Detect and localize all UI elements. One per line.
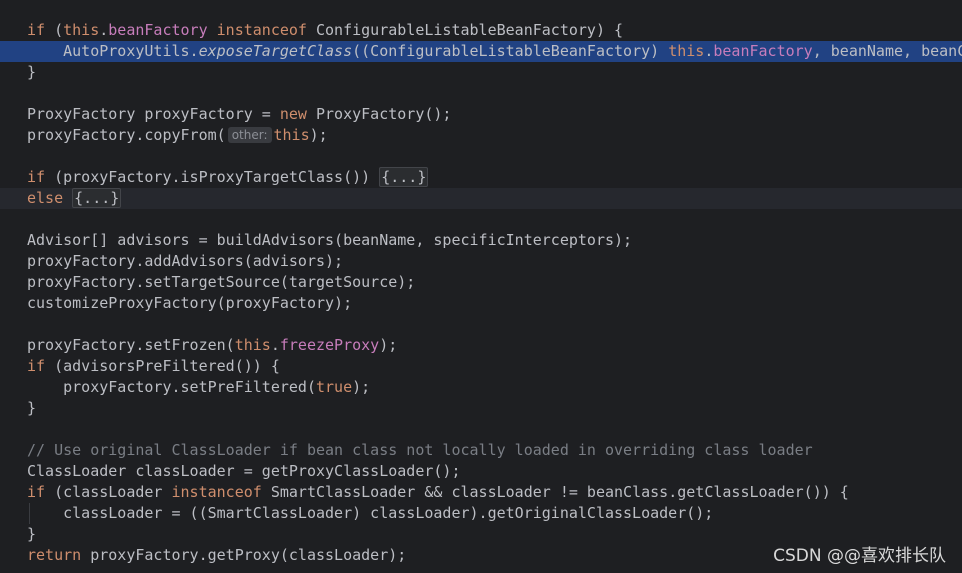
- code-editor[interactable]: if (this.beanFactory instanceof Configur…: [0, 0, 962, 573]
- parameter-hint: other:: [227, 127, 272, 143]
- code-line-3[interactable]: }: [0, 62, 962, 83]
- code-line-8[interactable]: if (proxyFactory.isProxyTargetClass()) {…: [0, 167, 962, 188]
- code-line-24[interactable]: classLoader = ((SmartClassLoader) classL…: [0, 503, 962, 524]
- code-line-9[interactable]: else {...}: [0, 188, 962, 209]
- code-line-12[interactable]: proxyFactory.addAdvisors(advisors);: [0, 251, 962, 272]
- code-line-5[interactable]: ProxyFactory proxyFactory = new ProxyFac…: [0, 104, 962, 125]
- code-line-21[interactable]: // Use original ClassLoader if bean clas…: [0, 440, 962, 461]
- folded-block[interactable]: {...}: [379, 167, 429, 187]
- code-line-2-current[interactable]: AutoProxyUtils.exposeTargetClass((Config…: [0, 41, 962, 62]
- folded-block[interactable]: {...}: [72, 188, 122, 208]
- code-line-1[interactable]: if (this.beanFactory instanceof Configur…: [0, 20, 962, 41]
- code-line-18[interactable]: proxyFactory.setPreFiltered(true);: [0, 377, 962, 398]
- code-line-11[interactable]: Advisor[] advisors = buildAdvisors(beanN…: [0, 230, 962, 251]
- code-line-17[interactable]: if (advisorsPreFiltered()) {: [0, 356, 962, 377]
- code-line-23[interactable]: if (classLoader instanceof SmartClassLoa…: [0, 482, 962, 503]
- code-line-13[interactable]: proxyFactory.setTargetSource(targetSourc…: [0, 272, 962, 293]
- csdn-watermark: CSDN @@喜欢排长队: [773, 546, 946, 566]
- code-line-6[interactable]: proxyFactory.copyFrom(other: this);: [0, 125, 962, 146]
- code-line-14[interactable]: customizeProxyFactory(proxyFactory);: [0, 293, 962, 314]
- code-line-22[interactable]: ClassLoader classLoader = getProxyClassL…: [0, 461, 962, 482]
- code-line-19[interactable]: }: [0, 398, 962, 419]
- code-line-16[interactable]: proxyFactory.setFrozen(this.freezeProxy)…: [0, 335, 962, 356]
- indent-guide: [29, 503, 30, 524]
